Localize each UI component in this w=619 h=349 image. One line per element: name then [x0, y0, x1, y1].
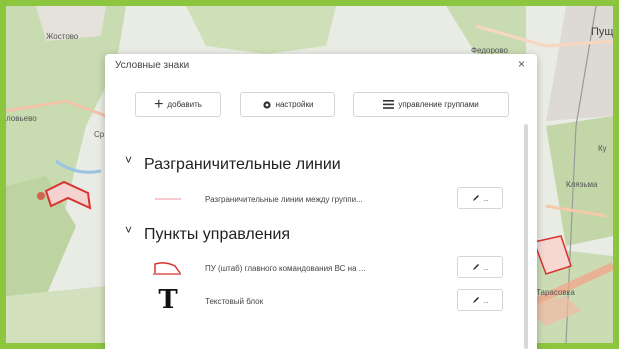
legend-item-label: Текстовый блок — [205, 297, 264, 306]
map-label-ku: Ку — [598, 144, 607, 153]
edit-button-label: .. — [483, 193, 489, 203]
pencil-icon — [472, 263, 480, 271]
text-block-glyph: T — [158, 285, 178, 315]
plus-icon: + — [154, 95, 164, 113]
settings-button-label: настройки — [275, 100, 314, 109]
map-label-klyazma: Клязьма — [566, 180, 598, 189]
dialog-title: Условные знаки — [115, 60, 190, 71]
legend-item-label: ПУ (штаб) главного командования ВС на ..… — [205, 264, 366, 273]
add-button-label: добавить — [167, 100, 202, 109]
group-title: Пункты управления — [144, 226, 291, 243]
edit-button-label: .. — [483, 262, 489, 272]
map-label-zhostovo: Жостово — [46, 32, 79, 41]
group-title: Разграничительные линии — [144, 156, 341, 173]
chevron-down-icon[interactable]: ˅ — [125, 223, 132, 237]
text-block-icon: T — [151, 285, 185, 315]
manage-groups-button-label: управление группами — [398, 100, 479, 109]
pencil-icon — [472, 296, 480, 304]
list-icon — [383, 100, 395, 109]
group-header-delimitation[interactable]: ˅ Разграничительные линии — [125, 153, 341, 174]
legend-dialog: Условные знаки × + добавить настройки уп… — [105, 54, 537, 349]
scrollbar[interactable] — [524, 124, 528, 349]
gear-icon — [262, 100, 272, 110]
edit-button[interactable]: .. — [457, 187, 503, 209]
map-label-pushkino: Пущ — [591, 26, 613, 38]
chevron-down-icon[interactable]: ˅ — [125, 153, 132, 167]
settings-button[interactable]: настройки — [240, 92, 335, 117]
legend-item-label: Разграничительные линии между группи... — [205, 195, 363, 204]
pink-line-icon — [151, 188, 185, 210]
edit-button[interactable]: .. — [457, 289, 503, 311]
edit-button-label: .. — [483, 295, 489, 305]
edit-button[interactable]: .. — [457, 256, 503, 278]
legend-list[interactable]: ˅ Разграничительные линии Разграничитель… — [105, 124, 537, 349]
app-frame: Жостово Пущ Федорово ловьево Клязьма Тар… — [0, 0, 619, 349]
add-button[interactable]: + добавить — [135, 92, 221, 117]
map-label-tarasovka: Тарасовка — [536, 288, 575, 297]
red-flag-shape-icon — [151, 257, 185, 279]
group-header-command-posts[interactable]: ˅ Пункты управления — [125, 223, 291, 244]
map-label-left: ловьево — [6, 114, 37, 123]
map-label-cp: Ср — [94, 130, 105, 139]
pencil-icon — [472, 194, 480, 202]
manage-groups-button[interactable]: управление группами — [353, 92, 509, 117]
close-icon[interactable]: × — [518, 57, 525, 71]
